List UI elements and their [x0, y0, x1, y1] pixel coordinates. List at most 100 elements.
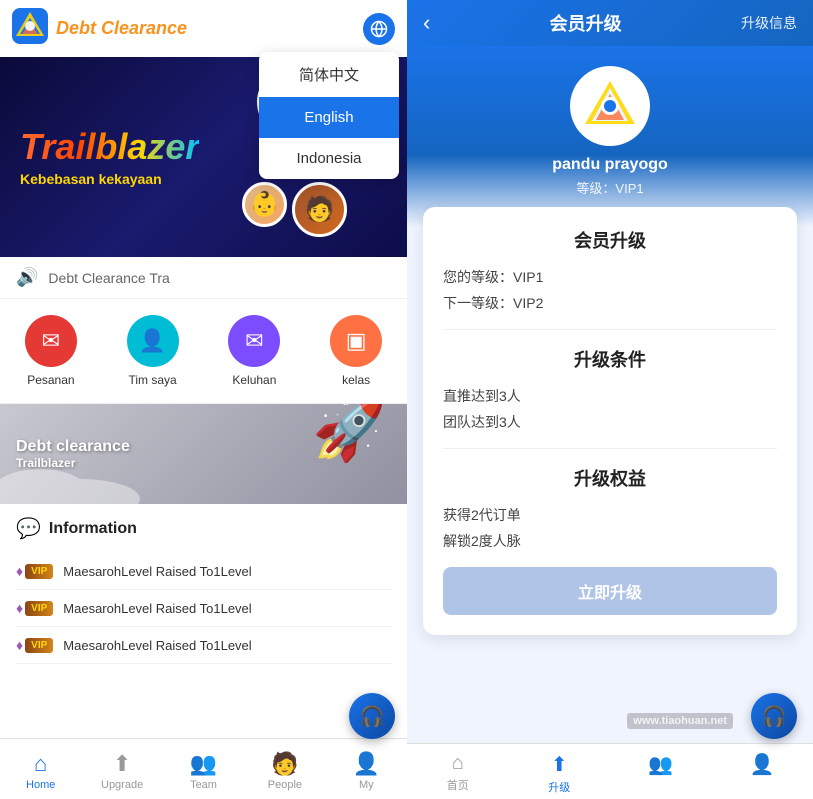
- card-main-title: 会员升级: [443, 227, 777, 253]
- upgrade-button[interactable]: 立即升级: [443, 567, 777, 615]
- right-nav-upgrade[interactable]: ⬆ 升级: [509, 752, 611, 795]
- right-nav-extra[interactable]: 👤: [712, 752, 813, 795]
- benefit-2: 解锁2度人脉: [443, 531, 777, 551]
- info-item-2: ♦ VIP MaesarohLevel Raised To1Level: [16, 590, 391, 627]
- right-title: 会员升级: [440, 10, 731, 36]
- quick-actions: ✉ Pesanan 👤 Tim saya ✉ Keluhan ▣ kelas: [0, 299, 407, 404]
- support-button-right[interactable]: 🎧: [751, 693, 797, 739]
- nav-my[interactable]: 👤 My: [326, 747, 407, 795]
- back-button[interactable]: ‹: [423, 10, 430, 36]
- nav-people[interactable]: 🧑 People: [244, 747, 325, 795]
- condition-1: 直推达到3人: [443, 386, 777, 406]
- nav-upgrade[interactable]: ⬆ Upgrade: [81, 747, 162, 795]
- diamond-icon-3: ♦: [16, 637, 23, 653]
- promo-title: Debt clearance: [16, 438, 130, 456]
- info-bubble-icon: 💬: [16, 516, 41, 541]
- vip-tag-1: ♦ VIP: [16, 563, 53, 579]
- people-icon: 🧑: [271, 751, 298, 777]
- info-text-3: MaesarohLevel Raised To1Level: [63, 638, 251, 653]
- watermark: www.tiaohuan.net: [627, 713, 733, 729]
- upgrade-label: Upgrade: [101, 779, 143, 791]
- language-dropdown: 简体中文 English Indonesia: [259, 52, 399, 179]
- avatar-4: 🧑: [292, 182, 347, 237]
- profile-name: pandu prayogo: [552, 156, 668, 174]
- right-header: ‹ 会员升级 升级信息: [407, 0, 813, 46]
- info-item-1: ♦ VIP MaesarohLevel Raised To1Level: [16, 553, 391, 590]
- pesanan-icon: ✉: [25, 315, 77, 367]
- promo-banner: Debt clearance Trailblazer 🚀: [0, 404, 407, 504]
- divider-1: [443, 329, 777, 330]
- action-tim[interactable]: 👤 Tim saya: [127, 315, 179, 387]
- right-nav-team[interactable]: 👥: [610, 752, 712, 795]
- rocket-icon: 🚀: [312, 404, 387, 465]
- home-icon: ⌂: [34, 751, 47, 777]
- kelas-icon: ▣: [330, 315, 382, 367]
- nav-team[interactable]: 👥 Team: [163, 747, 244, 795]
- info-text-1: MaesarohLevel Raised To1Level: [63, 564, 251, 579]
- profile-section: pandu prayogo 等级：VIP1: [407, 46, 813, 227]
- people-label: People: [268, 779, 302, 791]
- action-kelas[interactable]: ▣ kelas: [330, 315, 382, 387]
- right-team-icon: 👥: [648, 752, 673, 777]
- conditions-title: 升级条件: [443, 346, 777, 372]
- upgrade-icon: ⬆: [113, 751, 131, 777]
- information-section: 💬 Information ♦ VIP MaesarohLevel Raised…: [0, 504, 407, 738]
- profile-avatar: [570, 66, 650, 146]
- right-panel: ‹ 会员升级 升级信息 pandu prayogo 等级：VIP1 会员升级 您…: [407, 0, 813, 799]
- upgrade-card: 会员升级 您的等级：VIP1 下一等级：VIP2 升级条件 直推达到3人 团队达…: [423, 207, 797, 635]
- right-extra-icon: 👤: [750, 752, 775, 777]
- support-icon-left: 🎧: [360, 704, 385, 729]
- diamond-icon-1: ♦: [16, 563, 23, 579]
- lang-english[interactable]: English: [259, 97, 399, 138]
- pesanan-label: Pesanan: [27, 373, 74, 387]
- avatar-5: 👶: [242, 182, 287, 227]
- right-home-icon: ⌂: [452, 752, 464, 775]
- tim-icon: 👤: [127, 315, 179, 367]
- my-label: My: [359, 779, 374, 791]
- lang-chinese[interactable]: 简体中文: [259, 52, 399, 97]
- upgrade-info-link[interactable]: 升级信息: [741, 13, 797, 33]
- support-button-left[interactable]: 🎧: [349, 693, 395, 739]
- promo-subtitle: Trailblazer: [16, 456, 130, 470]
- tim-label: Tim saya: [129, 373, 177, 387]
- home-label: Home: [26, 779, 55, 791]
- info-title: Information: [49, 520, 137, 538]
- current-level: 您的等级：VIP1: [443, 267, 777, 287]
- lang-indonesia[interactable]: Indonesia: [259, 138, 399, 179]
- keluhan-label: Keluhan: [232, 373, 276, 387]
- divider-2: [443, 448, 777, 449]
- banner-title: Trailblazer: [20, 127, 199, 167]
- info-item-3: ♦ VIP MaesarohLevel Raised To1Level: [16, 627, 391, 664]
- nav-home[interactable]: ⌂ Home: [0, 747, 81, 795]
- promo-text: Debt clearance Trailblazer: [16, 438, 130, 470]
- right-bottom-nav: ⌂ 首页 ⬆ 升级 👥 👤: [407, 743, 813, 799]
- audio-bar: 🔊 Debt Clearance Tra: [0, 257, 407, 299]
- condition-2: 团队达到3人: [443, 412, 777, 432]
- team-icon: 👥: [190, 751, 217, 777]
- app-title: Debt Clearance: [56, 18, 355, 39]
- right-nav-home[interactable]: ⌂ 首页: [407, 752, 509, 795]
- right-upgrade-icon: ⬆: [551, 752, 568, 777]
- language-button[interactable]: [363, 13, 395, 45]
- action-keluhan[interactable]: ✉ Keluhan: [228, 315, 280, 387]
- kelas-label: kelas: [342, 373, 370, 387]
- benefit-1: 获得2代订单: [443, 505, 777, 525]
- my-icon: 👤: [353, 751, 380, 777]
- vip-badge-1: VIP: [25, 564, 53, 579]
- banner-text: Trailblazer Kebebasan kekayaan: [20, 127, 199, 187]
- info-text-2: MaesarohLevel Raised To1Level: [63, 601, 251, 616]
- left-panel: Debt Clearance 简体中文 English Indonesia Tr…: [0, 0, 407, 799]
- diamond-icon-2: ♦: [16, 600, 23, 616]
- vip-tag-3: ♦ VIP: [16, 637, 53, 653]
- support-icon-right: 🎧: [762, 704, 787, 729]
- profile-level: 等级：VIP1: [576, 178, 643, 197]
- vip-tag-2: ♦ VIP: [16, 600, 53, 616]
- audio-text: Debt Clearance Tra: [48, 270, 391, 286]
- next-level: 下一等级：VIP2: [443, 293, 777, 313]
- audio-icon: 🔊: [16, 267, 38, 288]
- app-logo: [12, 8, 48, 49]
- action-pesanan[interactable]: ✉ Pesanan: [25, 315, 77, 387]
- banner-subtitle: Kebebasan kekayaan: [20, 171, 199, 187]
- right-home-label: 首页: [447, 777, 469, 793]
- vip-badge-3: VIP: [25, 638, 53, 653]
